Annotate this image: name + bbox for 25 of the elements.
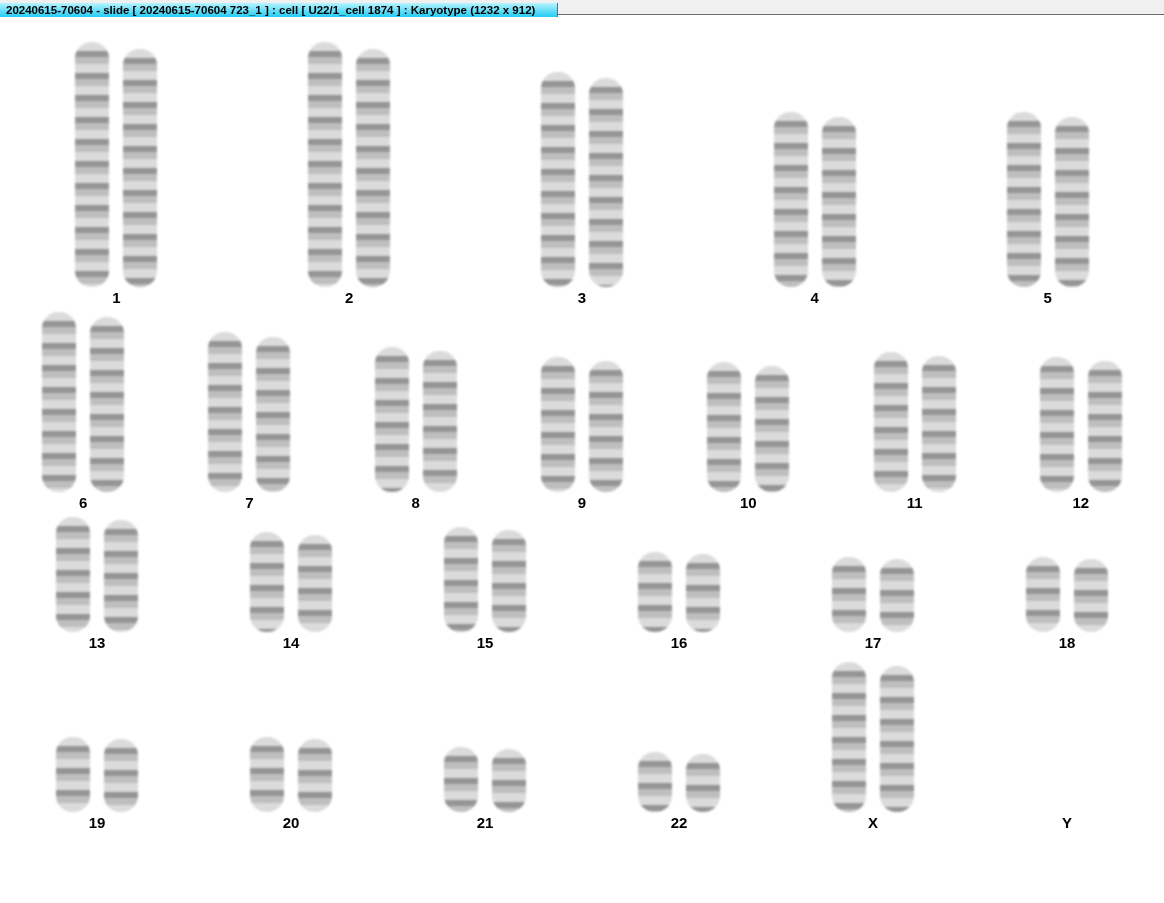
chromosome-number: Y: [1062, 814, 1072, 832]
chromosome-number: 17: [864, 634, 882, 652]
chromosome-number: 22: [670, 814, 688, 832]
chromosome-number: 20: [282, 814, 300, 832]
chromosome-number: 15: [476, 634, 494, 652]
chromosome-number: 16: [670, 634, 688, 652]
chromosome-number: 12: [1072, 494, 1090, 512]
chromosome-number: 8: [411, 494, 420, 512]
chromosome-number: 2: [345, 289, 354, 307]
chromosome-number: 4: [810, 289, 819, 307]
chromosome-number: 10: [739, 494, 757, 512]
chromosome-number: 3: [577, 289, 587, 307]
window-title: 20240615-70604 - slide [ 20240615-70604 723_1 ] : cell [ U22/1_cell 1874 ] : Karyotype (1232 x 912): [0, 3, 559, 17]
chromosome-number: 18: [1058, 634, 1076, 652]
chromosome-number: X: [868, 814, 878, 832]
chromosome-number: 6: [78, 494, 88, 512]
chromosome-number: 1: [112, 289, 121, 307]
chromosome-number: 14: [282, 634, 300, 652]
chromosome-number: 13: [88, 634, 106, 652]
chromosome-number: 5: [1043, 289, 1052, 307]
chromosome-number: 11: [906, 494, 923, 512]
chromosome-number: 7: [245, 494, 254, 512]
chromosome-number: 21: [476, 814, 494, 832]
chromosome-number: 19: [88, 814, 106, 832]
chromosome-number: 9: [577, 494, 587, 512]
